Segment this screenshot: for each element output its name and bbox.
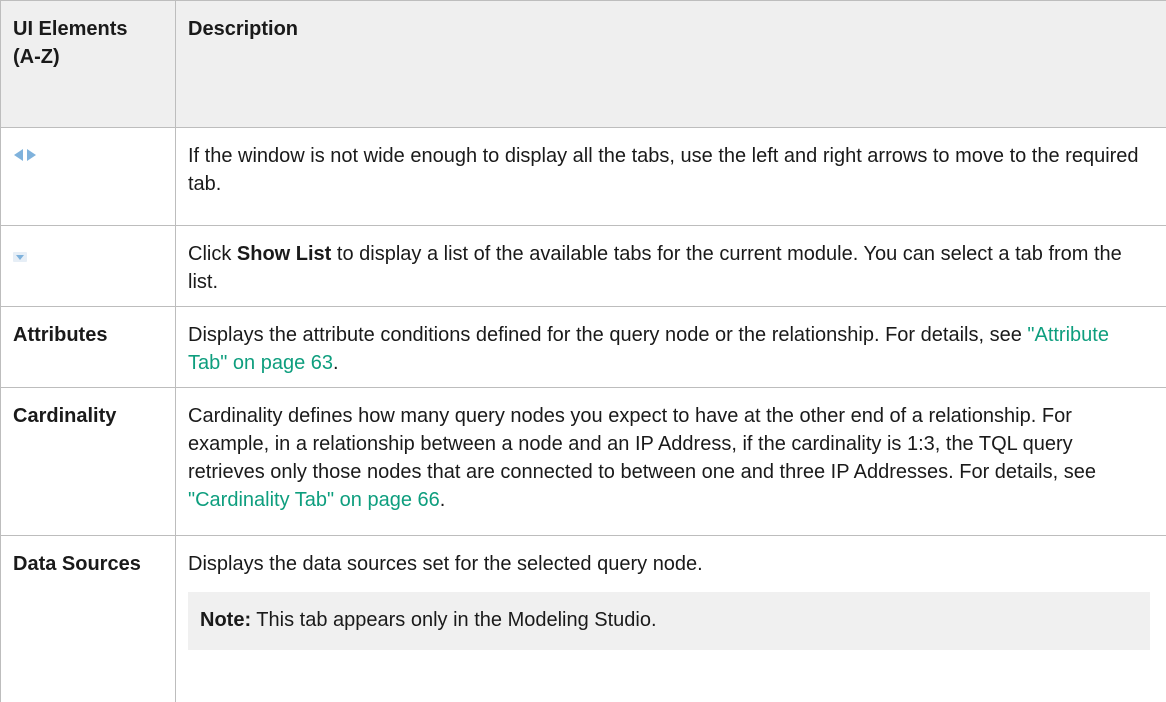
- ui-element-name: Attributes: [0, 306, 176, 388]
- table-header-row: UI Elements (A-Z) Description: [0, 0, 1166, 128]
- description-text: Displays the data sources set for the se…: [188, 553, 703, 575]
- description-text: .: [439, 489, 446, 511]
- table-row: Click Show List to display a list of the…: [0, 225, 1166, 307]
- ui-element-cell: [0, 225, 176, 307]
- cardinality-tab-link[interactable]: "Cardinality Tab" on page 66: [188, 489, 440, 511]
- table-header: UI Elements (A-Z) Description: [0, 0, 1166, 128]
- description-cell: Displays the data sources set for the se…: [175, 535, 1166, 702]
- ui-element-name: Data Sources: [0, 535, 176, 702]
- left-right-arrows-icon: [13, 148, 37, 162]
- description-text: .: [333, 352, 339, 374]
- description-cell: If the window is not wide enough to disp…: [175, 127, 1166, 226]
- note-label: Note:: [200, 609, 252, 631]
- column-header-description: Description: [175, 0, 1166, 128]
- description-text: Cardinality defines how many query nodes…: [188, 405, 1096, 483]
- dropdown-arrow-icon: [13, 242, 27, 270]
- table-row: If the window is not wide enough to disp…: [0, 127, 1166, 226]
- column-header-ui-elements: UI Elements (A-Z): [0, 0, 176, 128]
- table-row: Cardinality Cardinality defines how many…: [0, 387, 1166, 536]
- ui-element-name: Cardinality: [0, 387, 176, 536]
- description-text: Click: [188, 243, 237, 265]
- show-list-label: Show List: [236, 243, 332, 265]
- table-row: Data Sources Displays the data sources s…: [0, 535, 1166, 702]
- description-cell: Click Show List to display a list of the…: [175, 225, 1166, 307]
- ui-elements-table: UI Elements (A-Z) Description If the win…: [0, 0, 1166, 702]
- note-text: This tab appears only in the Modeling St…: [251, 609, 657, 631]
- table-row: Attributes Displays the attribute condit…: [0, 306, 1166, 388]
- ui-element-cell: [0, 127, 176, 226]
- description-cell: Cardinality defines how many query nodes…: [175, 387, 1166, 536]
- note-box: Note: This tab appears only in the Model…: [188, 592, 1150, 650]
- description-cell: Displays the attribute conditions define…: [175, 306, 1166, 388]
- description-text: Displays the attribute conditions define…: [188, 324, 1028, 346]
